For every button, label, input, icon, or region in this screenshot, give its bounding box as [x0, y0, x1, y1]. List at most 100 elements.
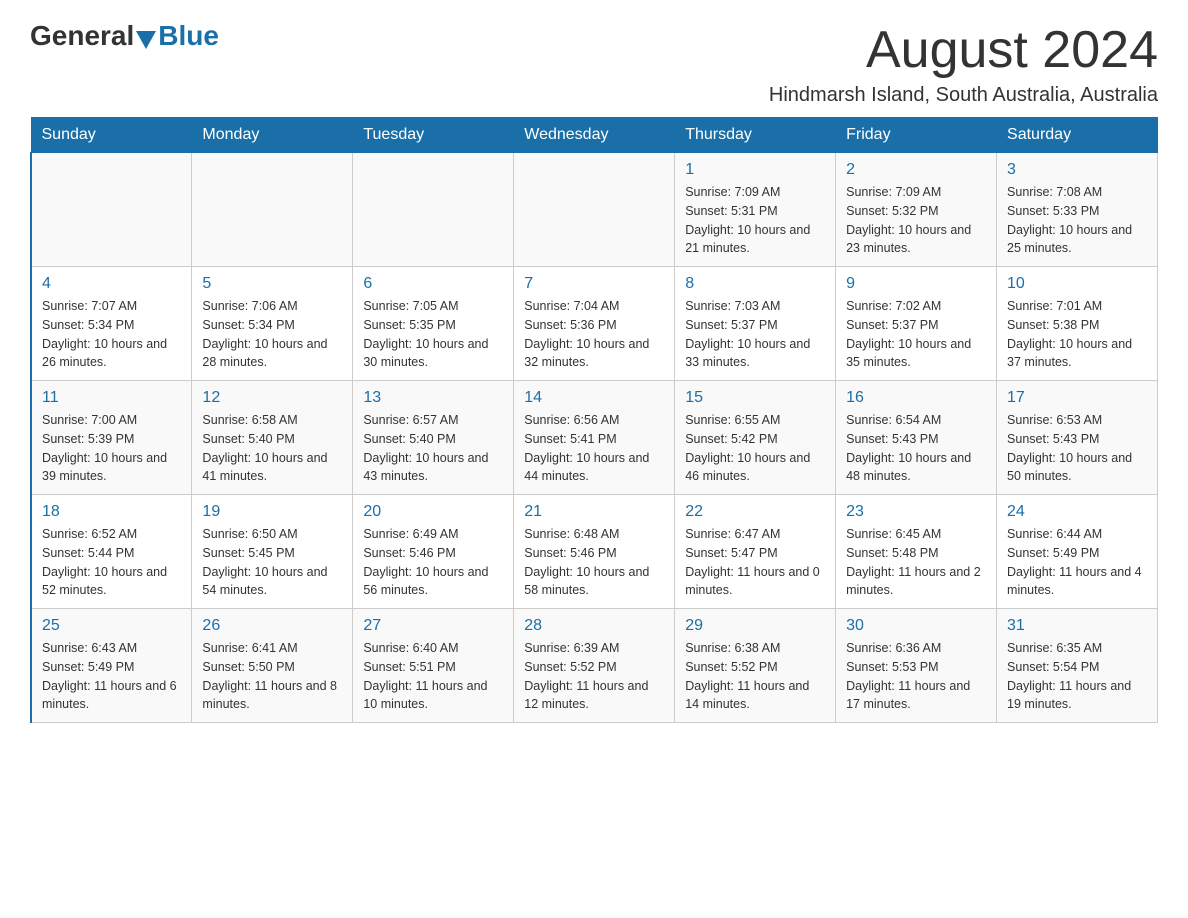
day-number: 12 — [202, 389, 342, 407]
day-cell-21: 21Sunrise: 6:48 AM Sunset: 5:46 PM Dayli… — [514, 495, 675, 609]
day-info: Sunrise: 6:54 AM Sunset: 5:43 PM Dayligh… — [846, 411, 986, 486]
day-header-wednesday: Wednesday — [514, 118, 675, 153]
day-info: Sunrise: 7:06 AM Sunset: 5:34 PM Dayligh… — [202, 297, 342, 372]
logo: General Blue — [30, 20, 219, 52]
day-number: 30 — [846, 617, 986, 635]
day-number: 2 — [846, 161, 986, 179]
day-cell-16: 16 Sunrise: 6:54 AM Sunset: 5:43 PM Dayli… — [836, 381, 997, 495]
day-number: 15 — [685, 389, 825, 407]
title-section: August 2024 Hindmarsh Island, South Aust… — [769, 20, 1158, 107]
day-info: Sunrise: 7:04 AM Sunset: 5:36 PM Dayligh… — [524, 297, 664, 372]
day-number: 6 — [363, 275, 503, 293]
day-info: Sunrise: 6:57 AM Sunset: 5:40 PM Dayligh… — [363, 411, 503, 486]
day-info: Sunrise: 6:40 AM Sunset: 5:51 PM Dayligh… — [363, 639, 503, 714]
day-number: 26 — [202, 617, 342, 635]
day-cell-19: 19 Sunrise: 6:50 AM Sunset: 5:45 PM Dayli… — [192, 495, 353, 609]
day-header-friday: Friday — [836, 118, 997, 153]
day-number: 16 — [846, 389, 986, 407]
day-number: 22 — [685, 503, 825, 521]
day-info: Sunrise: 7:09 AM Sunset: 5:32 PM Dayligh… — [846, 183, 986, 258]
day-number: 5 — [202, 275, 342, 293]
day-info: Sunrise: 6:45 AM Sunset: 5:48 PM Dayligh… — [846, 525, 986, 600]
day-number: 4 — [42, 275, 181, 293]
day-cell-7: 7Sunrise: 7:04 AM Sunset: 5:36 PM Daylig… — [514, 267, 675, 381]
day-cell-2: 2 Sunrise: 7:09 AM Sunset: 5:32 PM Daylig… — [836, 153, 997, 267]
day-number: 8 — [685, 275, 825, 293]
day-cell-23: 23Sunrise: 6:45 AM Sunset: 5:48 PM Dayli… — [836, 495, 997, 609]
logo-blue-text: Blue — [158, 20, 219, 52]
day-header-saturday: Saturday — [997, 118, 1158, 153]
day-cell-1: 1 Sunrise: 7:09 AM Sunset: 5:31 PM Daylig… — [675, 153, 836, 267]
day-info: Sunrise: 7:08 AM Sunset: 5:33 PM Dayligh… — [1007, 183, 1147, 258]
day-info: Sunrise: 7:01 AM Sunset: 5:38 PM Dayligh… — [1007, 297, 1147, 372]
day-info: Sunrise: 7:03 AM Sunset: 5:37 PM Dayligh… — [685, 297, 825, 372]
day-info: Sunrise: 7:00 AM Sunset: 5:39 PM Dayligh… — [42, 411, 181, 486]
day-cell-25: 25 Sunrise: 6:43 AM Sunset: 5:49 PM Dayli… — [31, 609, 192, 723]
logo-general-text: General — [30, 20, 134, 52]
day-number: 25 — [42, 617, 181, 635]
day-header-monday: Monday — [192, 118, 353, 153]
day-cell-9: 9 Sunrise: 7:02 AM Sunset: 5:37 PM Daylig… — [836, 267, 997, 381]
day-number: 1 — [685, 161, 825, 179]
day-cell-8: 8 Sunrise: 7:03 AM Sunset: 5:37 PM Daylig… — [675, 267, 836, 381]
day-header-sunday: Sunday — [31, 118, 192, 153]
day-info: Sunrise: 6:35 AM Sunset: 5:54 PM Dayligh… — [1007, 639, 1147, 714]
day-cell-17: 17 Sunrise: 6:53 AM Sunset: 5:43 PM Dayli… — [997, 381, 1158, 495]
week-row-3: 11 Sunrise: 7:00 AM Sunset: 5:39 PM Dayli… — [31, 381, 1158, 495]
day-cell-22: 22 Sunrise: 6:47 AM Sunset: 5:47 PM Dayli… — [675, 495, 836, 609]
day-number: 29 — [685, 617, 825, 635]
day-info: Sunrise: 7:05 AM Sunset: 5:35 PM Dayligh… — [363, 297, 503, 372]
day-cell-15: 15Sunrise: 6:55 AM Sunset: 5:42 PM Dayli… — [675, 381, 836, 495]
empty-cell — [192, 153, 353, 267]
day-number: 24 — [1007, 503, 1147, 521]
day-headers-row: SundayMondayTuesdayWednesdayThursdayFrid… — [31, 118, 1158, 153]
day-cell-10: 10 Sunrise: 7:01 AM Sunset: 5:38 PM Dayli… — [997, 267, 1158, 381]
empty-cell — [31, 153, 192, 267]
day-info: Sunrise: 6:44 AM Sunset: 5:49 PM Dayligh… — [1007, 525, 1147, 600]
day-number: 11 — [42, 389, 181, 407]
day-header-tuesday: Tuesday — [353, 118, 514, 153]
day-number: 3 — [1007, 161, 1147, 179]
day-info: Sunrise: 6:50 AM Sunset: 5:45 PM Dayligh… — [202, 525, 342, 600]
empty-cell — [353, 153, 514, 267]
day-number: 13 — [363, 389, 503, 407]
week-row-2: 4 Sunrise: 7:07 AM Sunset: 5:34 PM Daylig… — [31, 267, 1158, 381]
day-cell-5: 5 Sunrise: 7:06 AM Sunset: 5:34 PM Daylig… — [192, 267, 353, 381]
day-info: Sunrise: 6:58 AM Sunset: 5:40 PM Dayligh… — [202, 411, 342, 486]
day-cell-28: 28Sunrise: 6:39 AM Sunset: 5:52 PM Dayli… — [514, 609, 675, 723]
day-info: Sunrise: 6:49 AM Sunset: 5:46 PM Dayligh… — [363, 525, 503, 600]
day-info: Sunrise: 6:36 AM Sunset: 5:53 PM Dayligh… — [846, 639, 986, 714]
day-cell-27: 27 Sunrise: 6:40 AM Sunset: 5:51 PM Dayli… — [353, 609, 514, 723]
day-cell-3: 3 Sunrise: 7:08 AM Sunset: 5:33 PM Daylig… — [997, 153, 1158, 267]
day-number: 10 — [1007, 275, 1147, 293]
day-number: 19 — [202, 503, 342, 521]
day-cell-12: 12 Sunrise: 6:58 AM Sunset: 5:40 PM Dayli… — [192, 381, 353, 495]
day-cell-24: 24 Sunrise: 6:44 AM Sunset: 5:49 PM Dayli… — [997, 495, 1158, 609]
day-info: Sunrise: 7:02 AM Sunset: 5:37 PM Dayligh… — [846, 297, 986, 372]
day-cell-4: 4 Sunrise: 7:07 AM Sunset: 5:34 PM Daylig… — [31, 267, 192, 381]
day-info: Sunrise: 7:07 AM Sunset: 5:34 PM Dayligh… — [42, 297, 181, 372]
day-number: 18 — [42, 503, 181, 521]
day-cell-30: 30 Sunrise: 6:36 AM Sunset: 5:53 PM Dayli… — [836, 609, 997, 723]
month-title: August 2024 — [769, 20, 1158, 80]
day-info: Sunrise: 6:47 AM Sunset: 5:47 PM Dayligh… — [685, 525, 825, 600]
calendar-table: SundayMondayTuesdayWednesdayThursdayFrid… — [30, 117, 1158, 723]
day-cell-26: 26Sunrise: 6:41 AM Sunset: 5:50 PM Dayli… — [192, 609, 353, 723]
day-info: Sunrise: 6:53 AM Sunset: 5:43 PM Dayligh… — [1007, 411, 1147, 486]
day-info: Sunrise: 7:09 AM Sunset: 5:31 PM Dayligh… — [685, 183, 825, 258]
location-title: Hindmarsh Island, South Australia, Austr… — [769, 84, 1158, 107]
day-info: Sunrise: 6:43 AM Sunset: 5:49 PM Dayligh… — [42, 639, 181, 714]
day-cell-29: 29Sunrise: 6:38 AM Sunset: 5:52 PM Dayli… — [675, 609, 836, 723]
day-number: 28 — [524, 617, 664, 635]
week-row-4: 18Sunrise: 6:52 AM Sunset: 5:44 PM Dayli… — [31, 495, 1158, 609]
day-cell-6: 6 Sunrise: 7:05 AM Sunset: 5:35 PM Daylig… — [353, 267, 514, 381]
day-number: 27 — [363, 617, 503, 635]
day-cell-31: 31Sunrise: 6:35 AM Sunset: 5:54 PM Dayli… — [997, 609, 1158, 723]
week-row-5: 25 Sunrise: 6:43 AM Sunset: 5:49 PM Dayli… — [31, 609, 1158, 723]
day-number: 14 — [524, 389, 664, 407]
day-cell-13: 13 Sunrise: 6:57 AM Sunset: 5:40 PM Dayli… — [353, 381, 514, 495]
day-number: 9 — [846, 275, 986, 293]
day-number: 21 — [524, 503, 664, 521]
week-row-1: 1 Sunrise: 7:09 AM Sunset: 5:31 PM Daylig… — [31, 153, 1158, 267]
day-number: 17 — [1007, 389, 1147, 407]
